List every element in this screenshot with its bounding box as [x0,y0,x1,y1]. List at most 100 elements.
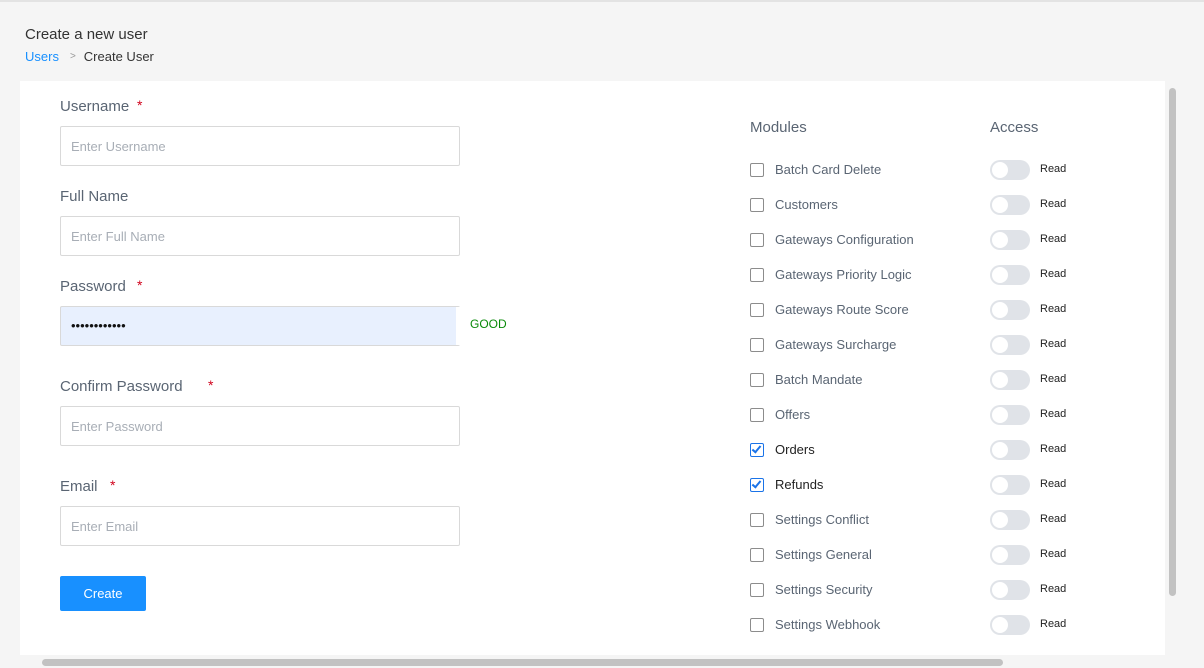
breadcrumb-current: Create User [83,49,154,64]
module-name: Settings Conflict [775,512,869,527]
toggle-knob [992,512,1008,528]
module-name: Settings General [775,547,872,562]
breadcrumb-users-link[interactable]: Users [25,49,59,64]
module-checkbox[interactable] [750,373,764,387]
access-label: Read [1040,338,1067,350]
module-row: Refunds Read [750,474,1090,496]
access-toggle[interactable] [990,615,1030,635]
create-user-card: Username * Full Name Password * ••••••••… [20,81,1165,655]
password-input-edge [456,307,460,345]
access-toggle[interactable] [990,405,1030,425]
module-name: Gateways Priority Logic [775,267,912,282]
horizontal-scrollbar[interactable] [42,659,1003,666]
breadcrumb: Users > Create User [25,49,154,64]
top-divider [0,0,1204,2]
module-row: Settings Security Read [750,579,1090,601]
module-checkbox[interactable] [750,338,764,352]
module-checkbox[interactable] [750,198,764,212]
module-row: Batch Mandate Read [750,369,1090,391]
module-checkbox[interactable] [750,408,764,422]
access-toggle[interactable] [990,475,1030,495]
toggle-knob [992,617,1008,633]
module-checkbox[interactable] [750,618,764,632]
toggle-knob [992,232,1008,248]
module-row: Orders Read [750,439,1090,461]
access-toggle[interactable] [990,265,1030,285]
modules-column-header: Modules [750,119,807,136]
access-column-header: Access [990,119,1039,136]
page-title: Create a new user [25,26,148,43]
access-toggle[interactable] [990,160,1030,180]
toggle-knob [992,337,1008,353]
toggle-knob [992,582,1008,598]
breadcrumb-separator: > [69,51,76,62]
vertical-scrollbar[interactable] [1169,88,1176,596]
access-label: Read [1040,373,1067,385]
module-row: Settings General Read [750,544,1090,566]
module-checkbox[interactable] [750,513,764,527]
access-label: Read [1040,408,1067,420]
module-row: Gateways Surcharge Read [750,334,1090,356]
access-label: Read [1040,583,1067,595]
module-checkbox[interactable] [750,443,764,457]
module-name: Refunds [775,477,824,492]
access-toggle[interactable] [990,230,1030,250]
module-name: Settings Security [775,582,873,597]
create-button[interactable]: Create [60,576,146,611]
module-name: Customers [775,197,838,212]
module-name: Gateways Surcharge [775,337,897,352]
module-name: Batch Mandate [775,372,863,387]
confirm-password-input[interactable] [60,406,460,446]
access-toggle[interactable] [990,580,1030,600]
access-label: Read [1040,618,1067,630]
module-name: Gateways Configuration [775,232,914,247]
confirm-password-required-mark: * [208,377,214,393]
email-label: Email [60,478,98,495]
email-input[interactable] [60,506,460,546]
username-required-mark: * [137,97,143,113]
email-required-mark: * [110,477,116,493]
full-name-input[interactable] [60,216,460,256]
username-input[interactable] [60,126,460,166]
checkmark-icon [751,478,762,489]
checkmark-icon [751,443,762,454]
module-name: Gateways Route Score [775,302,909,317]
module-row: Settings Webhook Read [750,614,1090,636]
toggle-knob [992,407,1008,423]
toggle-knob [992,477,1008,493]
password-strength-indicator: GOOD [470,317,507,331]
module-row: Batch Card Delete Read [750,159,1090,181]
access-toggle[interactable] [990,510,1030,530]
module-row: Offers Read [750,404,1090,426]
access-toggle[interactable] [990,335,1030,355]
password-value: •••••••••••• [71,318,126,333]
toggle-knob [992,302,1008,318]
module-name: Orders [775,442,815,457]
module-checkbox[interactable] [750,163,764,177]
module-row: Gateways Priority Logic Read [750,264,1090,286]
access-toggle[interactable] [990,370,1030,390]
module-checkbox[interactable] [750,583,764,597]
module-row: Customers Read [750,194,1090,216]
confirm-password-label: Confirm Password [60,378,183,395]
module-row: Settings Conflict Read [750,509,1090,531]
module-checkbox[interactable] [750,548,764,562]
access-label: Read [1040,478,1067,490]
access-toggle[interactable] [990,195,1030,215]
full-name-label: Full Name [60,188,129,205]
access-label: Read [1040,443,1067,455]
module-checkbox[interactable] [750,303,764,317]
access-toggle[interactable] [990,300,1030,320]
access-toggle[interactable] [990,545,1030,565]
module-checkbox[interactable] [750,233,764,247]
module-checkbox[interactable] [750,478,764,492]
module-row: Gateways Route Score Read [750,299,1090,321]
password-label: Password [60,278,126,295]
toggle-knob [992,267,1008,283]
module-name: Batch Card Delete [775,162,882,177]
access-label: Read [1040,513,1067,525]
module-checkbox[interactable] [750,268,764,282]
access-toggle[interactable] [990,440,1030,460]
toggle-knob [992,442,1008,458]
password-required-mark: * [137,277,143,293]
